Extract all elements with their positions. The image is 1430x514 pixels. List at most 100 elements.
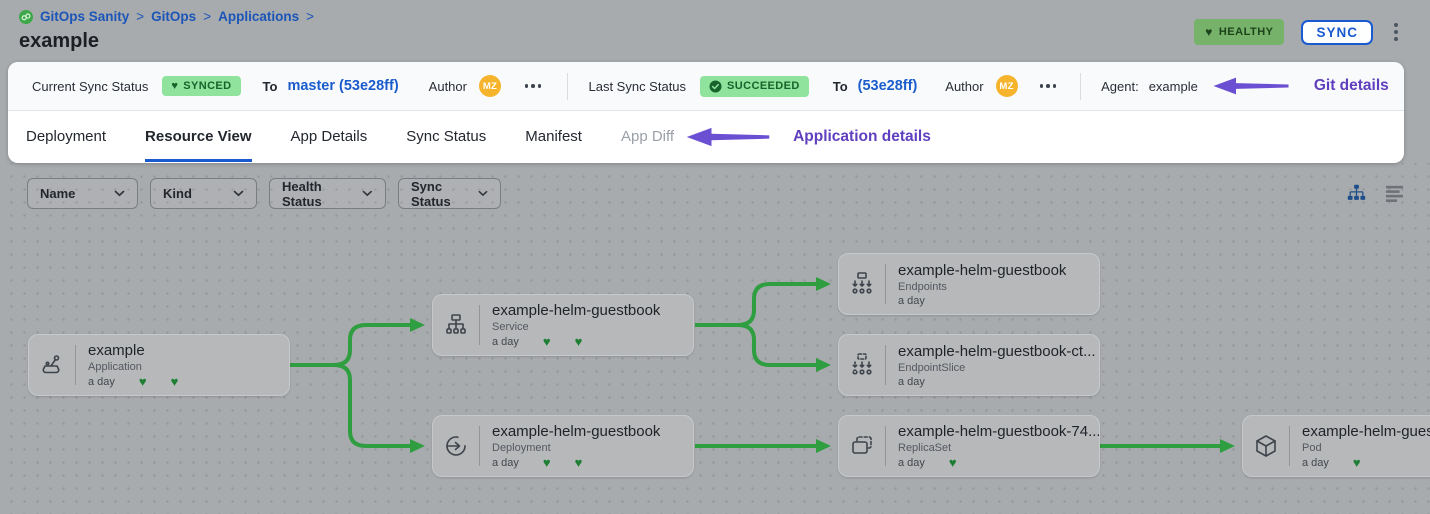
heart-icon: ♥: [575, 456, 583, 469]
node-status-row: a day: [898, 295, 1066, 307]
tree-node-service[interactable]: example-helm-guestbook Service a day ♥♥: [432, 294, 694, 356]
synced-badge: ♥ SYNCED: [162, 76, 240, 96]
filter-dropdown-name[interactable]: Name: [27, 178, 138, 209]
pod-icon: [1243, 433, 1289, 459]
node-age: a day: [898, 295, 925, 307]
filter-dropdown-kind[interactable]: Kind: [150, 178, 257, 209]
health-status-badge: ♥ HEALTHY: [1194, 19, 1284, 45]
breadcrumb-link-project[interactable]: GitOps Sanity: [40, 9, 129, 24]
tab-app-diff[interactable]: App Diff: [621, 111, 674, 162]
filter-label: Kind: [163, 186, 192, 201]
header-actions: ♥ HEALTHY SYNC: [1194, 19, 1402, 45]
heart-icon: ♥: [575, 335, 583, 348]
endpoints-icon: [839, 271, 885, 297]
succeeded-badge: SUCCEEDED: [700, 76, 809, 97]
synced-badge-label: SYNCED: [183, 80, 231, 92]
tab-manifest[interactable]: Manifest: [525, 111, 582, 162]
filter-dropdown-health-status[interactable]: Health Status: [269, 178, 386, 209]
tabs-row: Deployment Resource View App Details Syn…: [8, 111, 1404, 162]
filter-label: Name: [40, 186, 75, 201]
succeeded-badge-label: SUCCEEDED: [727, 80, 800, 92]
commit-more-icon[interactable]: [1038, 80, 1059, 92]
tab-resource-view[interactable]: Resource View: [145, 111, 251, 162]
node-kind: ReplicaSet: [898, 442, 1099, 454]
breadcrumb-separator: >: [136, 9, 144, 24]
tree-node-deployment[interactable]: example-helm-guestbook Deployment a day …: [432, 415, 694, 477]
agent-value: example: [1149, 79, 1198, 94]
heart-icon: ♥: [171, 375, 179, 388]
tree-node-replicaset[interactable]: example-helm-guestbook-74... ReplicaSet …: [838, 415, 1100, 477]
top-header: GitOps Sanity > GitOps > Applications > …: [0, 0, 1430, 62]
tree-node-application-example[interactable]: example Application a day ♥ ♥: [28, 334, 290, 396]
chevron-down-icon: [478, 190, 488, 197]
tree-view-icon[interactable]: [1347, 184, 1366, 203]
chevron-down-icon: [233, 190, 244, 197]
tree-node-endpoints[interactable]: example-helm-guestbook Endpoints a day: [838, 253, 1100, 315]
last-commit-link[interactable]: (53e28ff): [858, 78, 918, 94]
list-view-icon[interactable]: [1385, 185, 1404, 202]
git-details-annotation: Git details: [1314, 77, 1389, 95]
node-status-row: a day ♥♥: [492, 456, 660, 469]
resource-tree-canvas[interactable]: Name Kind Health Status Sync Status: [0, 163, 1430, 514]
filter-label: Health Status: [282, 179, 362, 209]
heart-icon: ♥: [171, 80, 178, 92]
node-kind: Deployment: [492, 442, 660, 454]
last-sync-status-label: Last Sync Status: [588, 79, 686, 94]
view-toggles: [1347, 184, 1404, 203]
check-circle-icon: [709, 80, 722, 93]
node-status-row: a day: [898, 376, 1096, 388]
node-age: a day: [1302, 457, 1329, 469]
node-age: a day: [492, 457, 519, 469]
node-status-row: a day ♥ ♥: [88, 375, 178, 388]
sync-button[interactable]: SYNC: [1301, 20, 1373, 45]
filter-label: Sync Status: [411, 179, 478, 209]
current-commit-link[interactable]: master (53e28ff): [287, 78, 398, 94]
page-title: example: [19, 30, 99, 53]
node-kind: Endpoints: [898, 281, 1066, 293]
node-kind: Application: [88, 361, 178, 373]
divider: [567, 73, 568, 100]
gitops-logo-icon: [19, 10, 33, 24]
service-icon: [433, 312, 479, 338]
node-title: example-helm-guestbook: [898, 262, 1066, 279]
commit-more-icon[interactable]: [523, 80, 544, 92]
agent-label: Agent:: [1101, 79, 1139, 94]
tree-node-endpointslice[interactable]: example-helm-guestbook-ct... EndpointSli…: [838, 334, 1100, 396]
node-age: a day: [88, 376, 115, 388]
node-kind: EndpointSlice: [898, 362, 1096, 374]
application-details-annotation: Application details: [793, 128, 931, 146]
endpointslice-icon: [839, 352, 885, 378]
heart-icon: ♥: [139, 375, 147, 388]
app-details-panel: Current Sync Status ♥ SYNCED To master (…: [8, 62, 1404, 163]
tree-node-pod[interactable]: example-helm-guest Pod a day ♥: [1242, 415, 1430, 477]
sync-status-bar: Current Sync Status ♥ SYNCED To master (…: [8, 62, 1404, 111]
tab-deployment[interactable]: Deployment: [26, 111, 106, 162]
to-label: To: [263, 79, 278, 94]
breadcrumb-link-applications[interactable]: Applications: [218, 9, 299, 24]
annotation-arrow-left-icon: [685, 126, 771, 148]
filter-dropdown-sync-status[interactable]: Sync Status: [398, 178, 501, 209]
node-title: example-helm-guestbook-ct...: [898, 343, 1096, 360]
node-kind: Service: [492, 321, 660, 333]
more-options-kebab-icon[interactable]: [1390, 21, 1402, 43]
tab-app-details[interactable]: App Details: [291, 111, 368, 162]
chevron-down-icon: [114, 190, 125, 197]
heart-icon: ♥: [1353, 456, 1361, 469]
breadcrumb: GitOps Sanity > GitOps > Applications >: [19, 9, 314, 24]
author-label: Author: [945, 79, 983, 94]
current-sync-status-label: Current Sync Status: [32, 79, 148, 94]
node-title: example-helm-guestbook-74...: [898, 423, 1099, 440]
filter-bar: Name Kind Health Status Sync Status: [27, 178, 501, 209]
node-age: a day: [492, 336, 519, 348]
breadcrumb-link-gitops[interactable]: GitOps: [151, 9, 196, 24]
replicaset-icon: [839, 433, 885, 459]
node-title: example: [88, 342, 178, 359]
node-age: a day: [898, 457, 925, 469]
divider: [1080, 73, 1081, 100]
author-label: Author: [429, 79, 467, 94]
node-kind: Pod: [1302, 442, 1430, 454]
heart-icon: ♥: [949, 456, 957, 469]
node-title: example-helm-guestbook: [492, 302, 660, 319]
tab-sync-status[interactable]: Sync Status: [406, 111, 486, 162]
node-status-row: a day ♥: [898, 456, 1099, 469]
